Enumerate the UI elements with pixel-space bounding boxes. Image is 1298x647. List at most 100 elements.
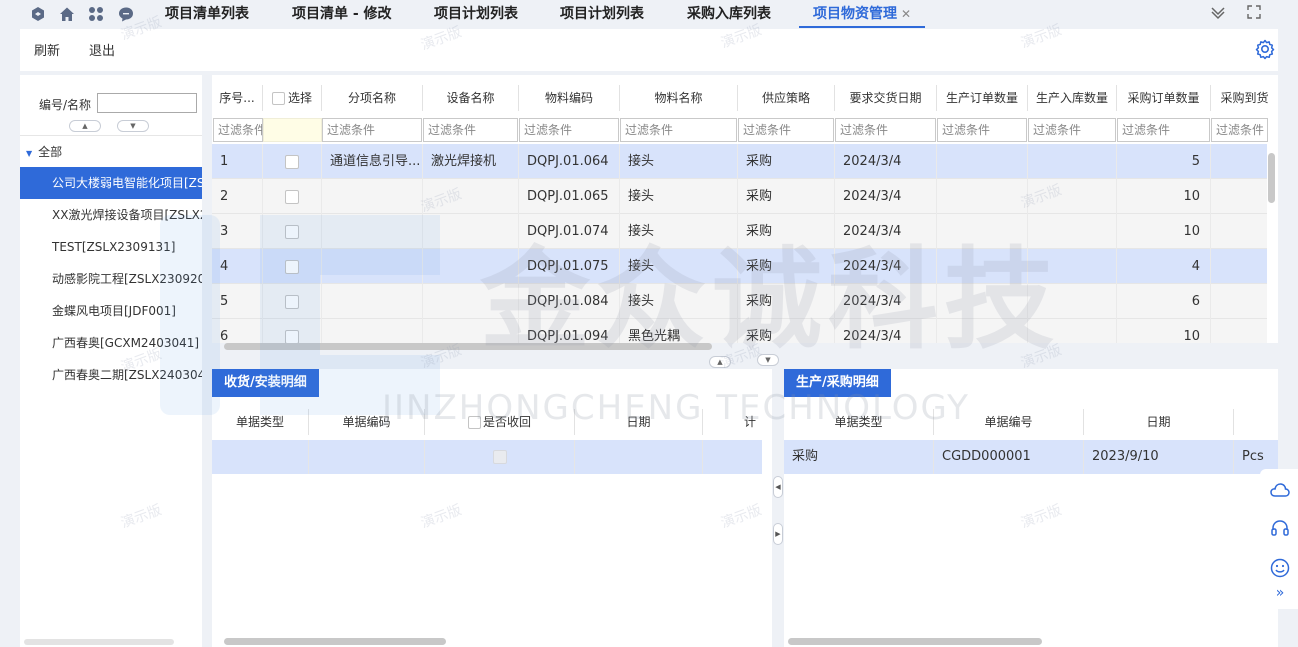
table-row[interactable]: 5 DQPJ.01.084 接头 采购 2024/3/4 6 bbox=[212, 284, 1267, 319]
tab-project-plan-list[interactable]: 项目计划列表 bbox=[434, 0, 518, 28]
tab-purchase-inbound-list[interactable]: 采购入库列表 bbox=[687, 0, 771, 28]
splitter-up-icon[interactable]: ▲ bbox=[709, 356, 731, 368]
fullscreen-icon[interactable] bbox=[1244, 4, 1264, 24]
column-header[interactable]: 单据类型 bbox=[784, 409, 934, 435]
recovered-header[interactable]: 是否收回 bbox=[425, 409, 575, 435]
column-header[interactable]: 物料名称 bbox=[620, 85, 738, 111]
filter-input[interactable]: 过滤条件 bbox=[1211, 118, 1268, 142]
close-icon[interactable]: ✕ bbox=[901, 7, 911, 21]
refresh-button[interactable]: 刷新 bbox=[34, 40, 60, 59]
search-input[interactable] bbox=[97, 93, 197, 113]
receive-horizontal-scrollbar[interactable] bbox=[224, 638, 446, 645]
expand-down-icon[interactable]: ▼ bbox=[117, 120, 149, 132]
table-row[interactable]: 3 DQPJ.01.074 接头 采购 2024/3/4 10 bbox=[212, 214, 1267, 249]
tree-root[interactable]: ▼ 全部 bbox=[20, 137, 202, 167]
column-header[interactable]: 生产订单数量 bbox=[937, 85, 1028, 111]
grid-horizontal-scrollbar[interactable] bbox=[224, 343, 712, 350]
tree-item[interactable]: 广西春奥[GCXM2403041] bbox=[20, 327, 202, 359]
column-header[interactable]: 供应策略 bbox=[738, 85, 835, 111]
recovered-checkbox[interactable] bbox=[492, 449, 507, 464]
row-checkbox[interactable] bbox=[285, 294, 299, 309]
column-header[interactable]: 物料编码 bbox=[519, 85, 620, 111]
column-header[interactable]: 序号... bbox=[212, 85, 263, 111]
smiley-icon[interactable] bbox=[1269, 557, 1291, 579]
tree-horizontal-scrollbar[interactable] bbox=[24, 639, 174, 645]
column-header[interactable]: 采购到货 bbox=[1211, 85, 1278, 111]
column-header[interactable] bbox=[1234, 409, 1278, 435]
tree-item[interactable]: 广西春奥二期[ZSLX240304 bbox=[20, 359, 202, 391]
tree-item[interactable]: TEST[ZSLX2309131] bbox=[20, 231, 202, 263]
tree-item[interactable]: 动感影院工程[ZSLX2309201 bbox=[20, 263, 202, 295]
gear-icon[interactable] bbox=[1254, 38, 1276, 60]
table-row[interactable]: 2 DQPJ.01.065 接头 采购 2024/3/4 10 bbox=[212, 179, 1267, 214]
expand-right-icon[interactable]: ▶ bbox=[773, 523, 783, 545]
row-select-cell[interactable] bbox=[263, 249, 322, 284]
column-header[interactable]: 分项名称 bbox=[322, 85, 423, 111]
collapse-up-icon[interactable]: ▲ bbox=[69, 120, 101, 132]
apps-grid-icon[interactable] bbox=[87, 5, 105, 23]
column-header[interactable]: 生产入库数量 bbox=[1028, 85, 1117, 111]
table-row[interactable]: 采购 CGDD000001 2023/9/10 Pcs bbox=[784, 440, 1278, 474]
filter-input[interactable]: 过滤条件 bbox=[322, 118, 422, 142]
tab-project-list[interactable]: 项目清单列表 bbox=[165, 0, 249, 28]
row-select-cell[interactable] bbox=[263, 319, 322, 343]
row-checkbox[interactable] bbox=[285, 154, 299, 169]
purchase-horizontal-scrollbar[interactable] bbox=[788, 638, 1042, 645]
table-row[interactable]: 1 通道信息引导... 激光焊接机 DQPJ.01.064 接头 采购 2024… bbox=[212, 144, 1267, 179]
column-header[interactable]: 单据编号 bbox=[934, 409, 1084, 435]
row-checkbox[interactable] bbox=[285, 329, 299, 343]
app-logo-icon[interactable] bbox=[29, 5, 47, 23]
row-checkbox[interactable] bbox=[285, 259, 299, 274]
splitter-down-icon[interactable]: ▼ bbox=[757, 354, 779, 366]
collapse-left-icon[interactable]: ◀ bbox=[773, 476, 783, 498]
select-all-header[interactable]: 选择 bbox=[263, 85, 322, 111]
filter-input[interactable]: 过滤条件 bbox=[423, 118, 518, 142]
exit-button[interactable]: 退出 bbox=[89, 40, 115, 59]
column-header[interactable]: 采购订单数量 bbox=[1117, 85, 1211, 111]
home-icon[interactable] bbox=[58, 5, 76, 23]
filter-input[interactable]: 过滤条件 bbox=[1028, 118, 1116, 142]
production-purchase-title[interactable]: 生产/采购明细 bbox=[784, 369, 891, 397]
filter-input[interactable]: 过滤条件 bbox=[1117, 118, 1210, 142]
column-header[interactable]: 单据编码 bbox=[309, 409, 425, 435]
row-select-cell[interactable] bbox=[263, 214, 322, 249]
filter-input[interactable]: 过滤条件 bbox=[937, 118, 1027, 142]
message-icon[interactable] bbox=[117, 5, 135, 23]
filter-input[interactable]: 过滤条件 bbox=[519, 118, 619, 142]
recovered-all-checkbox[interactable] bbox=[467, 416, 481, 429]
cloud-icon[interactable] bbox=[1269, 479, 1291, 501]
filter-input[interactable] bbox=[263, 118, 322, 142]
filter-input[interactable]: 过滤条件 bbox=[213, 118, 263, 142]
column-header[interactable]: 单据类型 bbox=[212, 409, 309, 435]
tab-project-plan-list-2[interactable]: 项目计划列表 bbox=[560, 0, 644, 28]
row-checkbox[interactable] bbox=[285, 224, 299, 239]
tree-item[interactable]: XX激光焊接设备项目[ZSLX2 bbox=[20, 199, 202, 231]
table-row[interactable]: 6 DQPJ.01.094 黑色光耦 采购 2024/3/4 10 bbox=[212, 319, 1267, 343]
table-row[interactable]: 4 DQPJ.01.075 接头 采购 2024/3/4 4 bbox=[212, 249, 1267, 284]
headset-icon[interactable] bbox=[1269, 517, 1291, 539]
recovered-cell[interactable] bbox=[425, 440, 575, 474]
row-select-cell[interactable] bbox=[263, 144, 322, 179]
caret-down-icon[interactable]: ▼ bbox=[26, 149, 32, 158]
receive-install-title[interactable]: 收货/安装明细 bbox=[212, 369, 319, 397]
tab-project-list-edit[interactable]: 项目清单 - 修改 bbox=[292, 0, 392, 28]
double-chevron-right-icon[interactable]: » bbox=[1269, 585, 1291, 601]
column-header[interactable]: 设备名称 bbox=[423, 85, 519, 111]
grid-vertical-scrollbar[interactable] bbox=[1268, 153, 1275, 203]
filter-input[interactable]: 过滤条件 bbox=[738, 118, 834, 142]
row-select-cell[interactable] bbox=[263, 179, 322, 214]
column-header[interactable]: 要求交货日期 bbox=[835, 85, 937, 111]
row-select-cell[interactable] bbox=[263, 284, 322, 319]
filter-input[interactable]: 过滤条件 bbox=[835, 118, 936, 142]
tab-project-material-management[interactable]: 项目物资管理 ✕ bbox=[799, 0, 926, 28]
select-all-checkbox[interactable] bbox=[271, 92, 285, 105]
row-checkbox[interactable] bbox=[285, 189, 299, 204]
column-header[interactable]: 日期 bbox=[575, 409, 703, 435]
column-header[interactable]: 日期 bbox=[1084, 409, 1234, 435]
tree-item[interactable]: 公司大楼弱电智能化项目[ZS bbox=[20, 167, 202, 199]
tree-item[interactable]: 金蝶风电项目[JDF001] bbox=[20, 295, 202, 327]
chevron-down-icon[interactable] bbox=[1208, 4, 1228, 24]
filter-input[interactable]: 过滤条件 bbox=[620, 118, 737, 142]
column-header[interactable]: 计 bbox=[703, 409, 762, 435]
table-row[interactable] bbox=[212, 440, 762, 474]
